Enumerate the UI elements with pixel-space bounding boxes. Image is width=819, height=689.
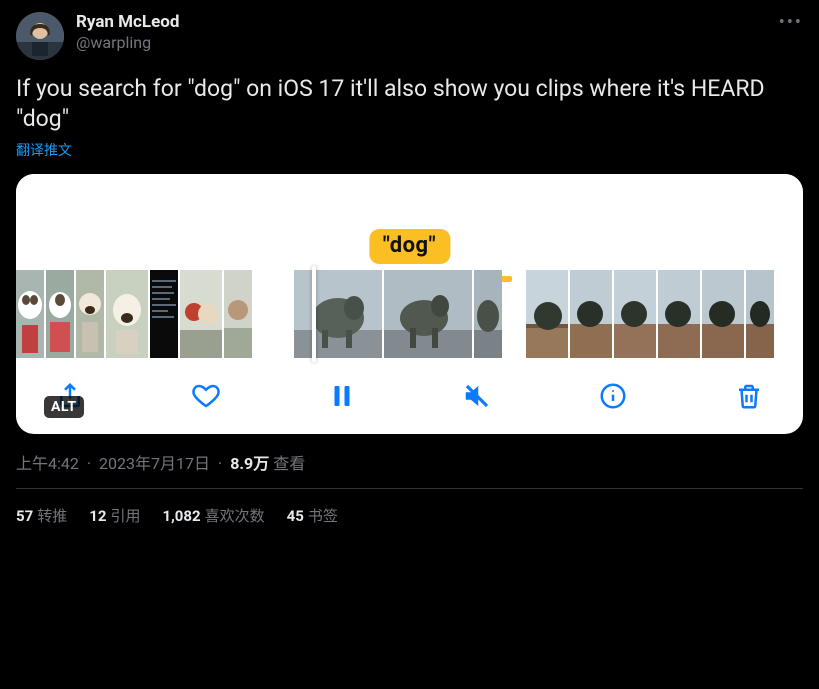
thumbnail bbox=[16, 270, 44, 358]
thumbnail bbox=[150, 270, 178, 358]
mute-icon[interactable] bbox=[457, 376, 497, 416]
stat-retweets[interactable]: 57转推 bbox=[16, 505, 67, 526]
more-icon[interactable]: ••• bbox=[775, 12, 803, 32]
tweet-date[interactable]: 2023年7月17日 bbox=[99, 450, 210, 474]
thumbnail bbox=[658, 270, 700, 358]
display-name: Ryan McLeod bbox=[76, 12, 179, 33]
tweet-time[interactable]: 上午4:42 bbox=[16, 450, 79, 474]
tweet-stats: 57转推 12引用 1,082喜欢次数 45书签 bbox=[16, 489, 803, 526]
author-names[interactable]: Ryan McLeod @warpling bbox=[76, 12, 179, 53]
views-label: 查看 bbox=[273, 450, 305, 474]
alt-badge[interactable]: ALT bbox=[44, 396, 84, 418]
search-term-label: "dog" bbox=[369, 229, 450, 264]
stat-likes[interactable]: 1,082喜欢次数 bbox=[162, 505, 264, 526]
video-timeline-strip[interactable] bbox=[16, 270, 803, 358]
trash-icon[interactable] bbox=[729, 376, 769, 416]
playhead[interactable] bbox=[312, 266, 316, 362]
pause-icon[interactable] bbox=[322, 376, 362, 416]
media-card[interactable]: "dog" bbox=[16, 174, 803, 434]
separator bbox=[83, 454, 95, 473]
thumbnail bbox=[224, 270, 252, 358]
thumbnail bbox=[106, 270, 148, 358]
tweet-meta: 上午4:42 2023年7月17日 8.9万 查看 bbox=[16, 450, 803, 474]
heart-icon[interactable] bbox=[186, 376, 226, 416]
clip-group-2 bbox=[294, 270, 502, 358]
thumbnail bbox=[46, 270, 74, 358]
thumbnail bbox=[180, 270, 222, 358]
thumbnail bbox=[526, 270, 568, 358]
stat-quotes[interactable]: 12引用 bbox=[89, 505, 140, 526]
thumbnail bbox=[294, 270, 382, 358]
thumbnail bbox=[614, 270, 656, 358]
views-count[interactable]: 8.9万 bbox=[230, 450, 269, 474]
stat-bookmarks[interactable]: 45书签 bbox=[287, 505, 338, 526]
thumbnail bbox=[474, 270, 502, 358]
info-icon[interactable] bbox=[593, 376, 633, 416]
tweet-container: Ryan McLeod @warpling ••• If you search … bbox=[0, 0, 819, 526]
handle: @warpling bbox=[76, 33, 179, 53]
thumbnail bbox=[76, 270, 104, 358]
avatar[interactable] bbox=[16, 12, 64, 60]
clip-group-1 bbox=[16, 270, 252, 358]
thumbnail bbox=[702, 270, 744, 358]
tweet-header: Ryan McLeod @warpling ••• bbox=[16, 12, 803, 60]
translate-link[interactable]: 翻译推文 bbox=[16, 140, 72, 160]
timeline-gap bbox=[252, 270, 294, 358]
tweet-text: If you search for "dog" on iOS 17 it'll … bbox=[16, 74, 803, 134]
thumbnail bbox=[570, 270, 612, 358]
thumbnail bbox=[384, 270, 472, 358]
media-toolbar bbox=[16, 358, 803, 434]
separator bbox=[214, 454, 226, 473]
clip-group-3 bbox=[526, 270, 774, 358]
thumbnail bbox=[746, 270, 774, 358]
timeline-gap bbox=[502, 270, 526, 358]
media-top-area: "dog" bbox=[16, 174, 803, 270]
